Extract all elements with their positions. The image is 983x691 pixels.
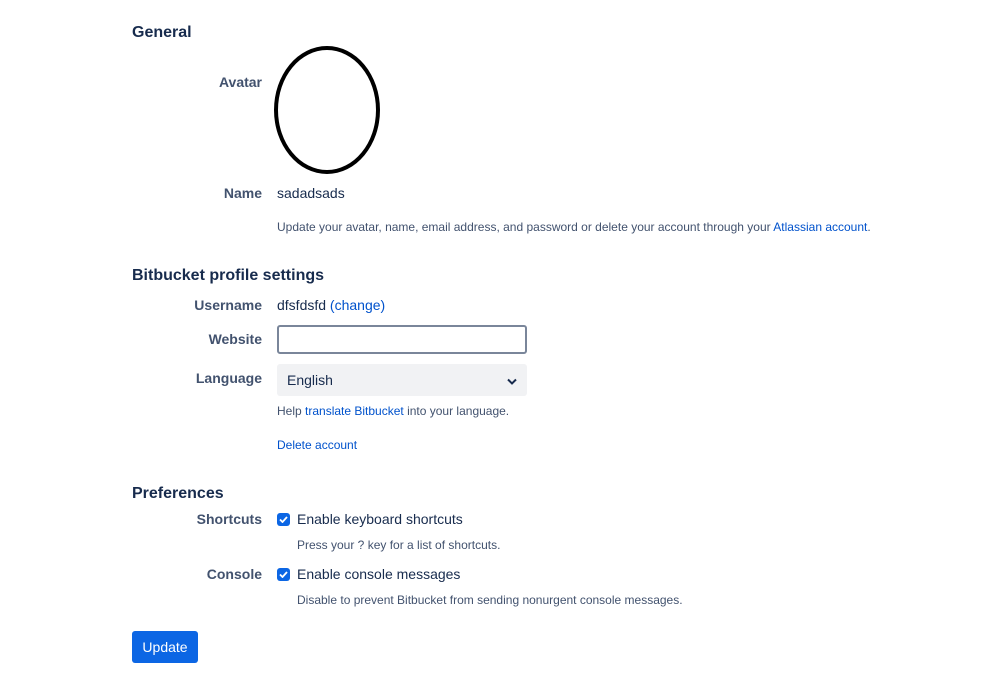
shortcuts-help: Press your ? key for a list of shortcuts… — [297, 538, 501, 552]
translate-bitbucket-link[interactable]: translate Bitbucket — [305, 404, 404, 418]
shortcuts-checkbox-label[interactable]: Enable keyboard shortcuts — [297, 511, 463, 527]
console-label: Console — [206, 566, 262, 582]
language-select[interactable]: English — [277, 364, 527, 396]
console-checkbox[interactable] — [277, 568, 290, 581]
language-selected-value: English — [287, 372, 333, 388]
translate-help-prefix: Help — [277, 404, 306, 418]
console-help: Disable to prevent Bitbucket from sendin… — [297, 593, 683, 607]
atlassian-account-link[interactable]: Atlassian account — [773, 220, 867, 234]
update-button[interactable]: Update — [132, 631, 198, 663]
delete-account-link[interactable]: Delete account — [277, 438, 357, 452]
translate-help-text: Help translate Bitbucket into your langu… — [277, 404, 509, 418]
shortcuts-checkbox[interactable] — [277, 513, 290, 526]
website-label: Website — [208, 331, 262, 347]
avatar — [274, 46, 380, 174]
preferences-heading: Preferences — [132, 485, 224, 502]
username-label: Username — [194, 297, 262, 313]
username-value: dfsfdsfd — [277, 297, 327, 313]
shortcuts-label: Shortcuts — [196, 511, 262, 527]
name-value: sadadsads — [277, 185, 345, 201]
account-help-suffix: . — [867, 220, 871, 234]
checkmark-icon — [279, 516, 288, 523]
username-row: dfsfdsfd (change) — [277, 297, 385, 313]
profile-heading: Bitbucket profile settings — [132, 267, 325, 284]
general-heading: General — [132, 24, 192, 41]
website-input[interactable] — [277, 325, 527, 354]
chevron-down-icon — [507, 372, 517, 388]
change-username-link[interactable]: (change) — [330, 297, 385, 313]
language-label: Language — [195, 370, 262, 386]
account-help-text: Update your avatar, name, email address,… — [277, 220, 871, 234]
name-label: Name — [223, 185, 262, 201]
checkmark-icon — [279, 571, 288, 578]
account-help-prefix: Update your avatar, name, email address,… — [277, 220, 774, 234]
console-checkbox-label[interactable]: Enable console messages — [297, 566, 460, 582]
translate-help-suffix: into your language. — [403, 404, 510, 418]
avatar-label: Avatar — [218, 74, 262, 90]
